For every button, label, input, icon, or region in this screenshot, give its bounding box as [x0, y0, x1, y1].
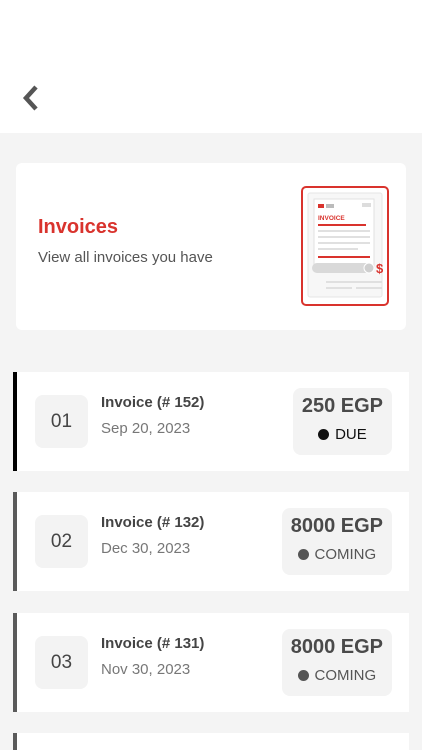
status-badge: COMING [291, 667, 383, 684]
invoice-amount: 250 EGP [301, 395, 383, 417]
top-bar [0, 0, 422, 133]
invoices-header-card: Invoices View all invoices you have INVO… [16, 163, 406, 330]
page-subtitle: View all invoices you have [38, 249, 213, 266]
invoice-amount: 8000 EGP [290, 636, 383, 658]
row-accent-bar [13, 492, 17, 591]
invoice-row-131[interactable]: 03 Invoice (# 131) Nov 30, 2023 8000 EGP… [13, 613, 409, 712]
invoice-title: Invoice (# 132) [101, 514, 205, 531]
invoice-illustration: INVOICE $ [301, 186, 389, 306]
invoice-row-partial[interactable] [13, 733, 409, 750]
chevron-left-icon [22, 85, 38, 111]
row-accent-bar [13, 733, 17, 750]
page-title: Invoices [38, 216, 119, 238]
invoice-date: Dec 30, 2023 [101, 540, 191, 557]
status-dot-icon [318, 429, 330, 440]
status-badge: COMING [291, 546, 383, 563]
invoice-amount: 8000 EGP [290, 515, 383, 537]
invoice-row-132[interactable]: 02 Invoice (# 132) Dec 30, 2023 8000 EGP… [13, 492, 409, 591]
invoice-index: 01 [35, 395, 88, 448]
status-label: COMING [314, 667, 377, 684]
status-badge: DUE [302, 426, 383, 443]
invoice-date: Sep 20, 2023 [101, 420, 191, 437]
status-dot-icon [297, 670, 309, 681]
dollar-icon: $ [376, 261, 384, 276]
invoice-title: Invoice (# 131) [101, 635, 205, 652]
invoice-row-152[interactable]: 01 Invoice (# 152) Sep 20, 2023 250 EGP … [13, 372, 409, 471]
amount-badge: 250 EGP DUE [292, 388, 392, 455]
invoice-index: 02 [35, 515, 88, 568]
illustration-title: INVOICE [318, 215, 345, 222]
invoice-title: Invoice (# 152) [101, 394, 205, 411]
status-label: DUE [335, 426, 367, 443]
invoice-date: Nov 30, 2023 [101, 661, 191, 678]
row-accent-bar [13, 372, 17, 471]
invoice-index: 03 [35, 636, 88, 689]
amount-badge: 8000 EGP COMING [281, 508, 392, 575]
row-accent-bar [13, 613, 17, 712]
status-label: COMING [314, 546, 377, 563]
back-button[interactable] [14, 80, 48, 116]
status-dot-icon [297, 549, 309, 560]
amount-badge: 8000 EGP COMING [281, 629, 392, 696]
